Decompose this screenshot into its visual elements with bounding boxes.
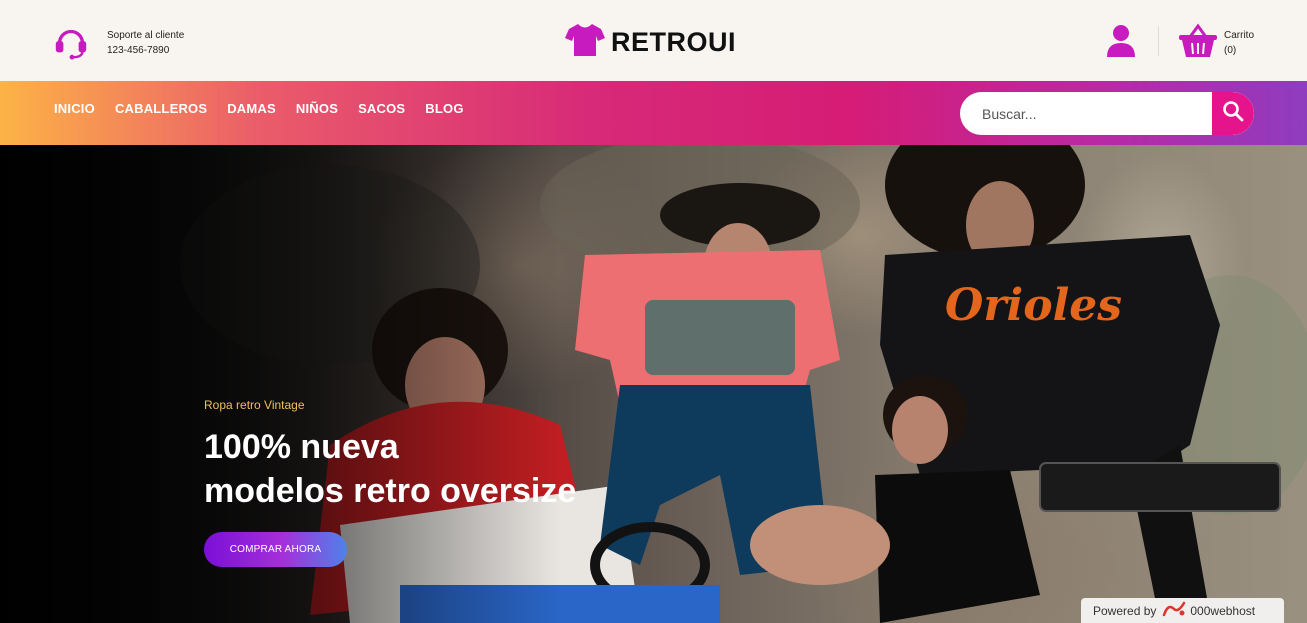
webhost-brand: 000webhost	[1190, 603, 1256, 618]
hero-photo: Orioles	[0, 145, 1307, 623]
hero-subtitle: Ropa retro Vintage	[204, 398, 305, 412]
powered-by-badge[interactable]: Powered by 000webhost	[1081, 598, 1284, 623]
main-navbar: INICIO CABALLEROS DAMAS NIÑOS SACOS BLOG	[0, 81, 1307, 145]
brand-logo[interactable]: RETROUI	[565, 22, 736, 63]
nav-item-inicio[interactable]: INICIO	[54, 101, 95, 116]
hero-title-line-1: 100% nueva	[204, 428, 399, 466]
customer-support[interactable]: Soporte al cliente 123-456-7890	[52, 22, 184, 65]
powered-by-label: Powered by	[1093, 603, 1157, 618]
top-header: Soporte al cliente 123-456-7890 RETROUI …	[0, 0, 1307, 81]
basket-icon[interactable]	[1178, 23, 1218, 59]
search-box	[960, 92, 1254, 135]
nav-item-damas[interactable]: DAMAS	[227, 101, 276, 116]
tshirt-icon	[565, 22, 605, 63]
user-icon[interactable]	[1105, 24, 1137, 58]
nav-item-sacos[interactable]: SACOS	[358, 101, 405, 116]
cart-count: (0)	[1224, 45, 1237, 56]
search-icon	[1222, 100, 1244, 127]
headset-icon	[52, 22, 90, 65]
nav-item-ninos[interactable]: NIÑOS	[296, 101, 338, 116]
svg-text:Orioles: Orioles	[945, 280, 1122, 331]
shop-now-button[interactable]: COMPRAR AHORA	[204, 532, 347, 567]
webhost-logo-icon	[1156, 601, 1190, 620]
brand-name: RETROUI	[611, 27, 736, 57]
cart-label: Carrito	[1224, 30, 1255, 41]
nav-links: INICIO CABALLEROS DAMAS NIÑOS SACOS BLOG	[54, 101, 464, 116]
support-phone: 123-456-7890	[107, 45, 170, 56]
nav-item-caballeros[interactable]: CABALLEROS	[115, 101, 207, 116]
support-label: Soporte al cliente	[107, 30, 185, 41]
search-input[interactable]	[960, 92, 1212, 135]
search-button[interactable]	[1212, 92, 1254, 135]
hero-title: 100% nueva modelos retro oversize	[204, 425, 576, 513]
nav-item-blog[interactable]: BLOG	[425, 101, 463, 116]
header-divider	[1158, 26, 1159, 56]
hero-banner: Orioles Ropa retro Vintage 100% nueva mo…	[0, 145, 1307, 623]
hero-title-line-2: modelos retro oversize	[204, 472, 577, 510]
cart-summary[interactable]: Carrito (0)	[1224, 28, 1254, 58]
